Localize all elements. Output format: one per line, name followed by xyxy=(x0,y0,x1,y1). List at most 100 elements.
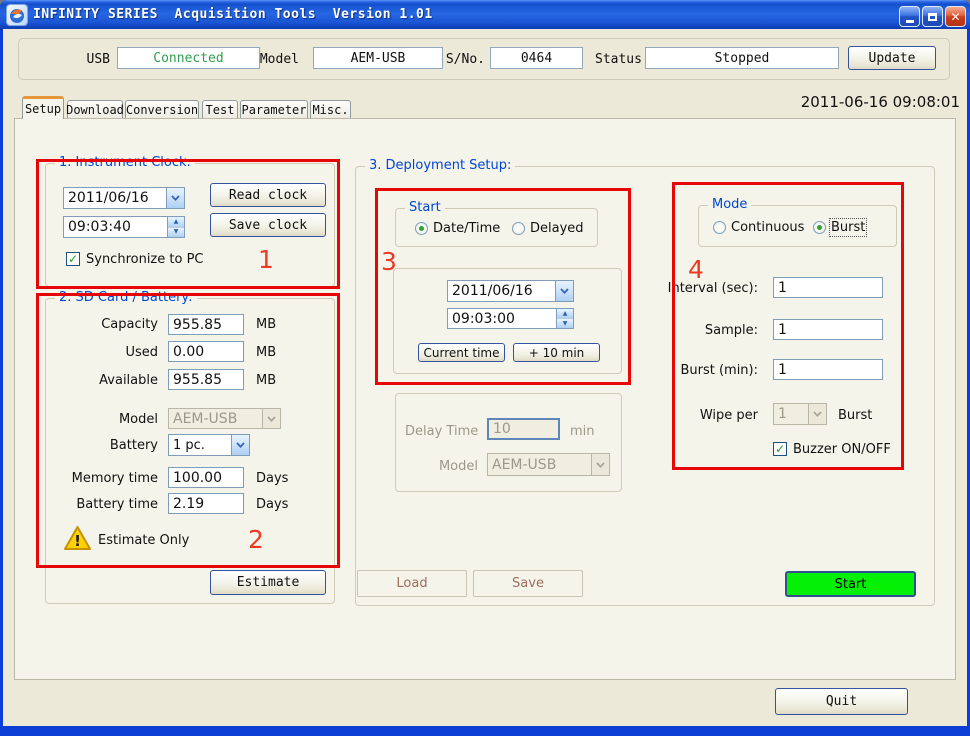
status-label: Status xyxy=(595,52,641,67)
deploy-time-spinner[interactable]: 09:03:00 ▲ ▼ xyxy=(447,308,574,329)
estimate-button[interactable]: Estimate xyxy=(210,570,326,595)
maximize-button[interactable] xyxy=(922,6,943,27)
close-button[interactable]: ✕ xyxy=(945,6,966,27)
start-button[interactable]: Start xyxy=(785,571,916,597)
deploy-time-value: 09:03:00 xyxy=(448,309,556,328)
interval-field[interactable]: 1 xyxy=(773,277,883,298)
tab-setup[interactable]: Setup xyxy=(22,96,64,119)
used-unit: MB xyxy=(256,345,276,360)
tab-misc[interactable]: Misc. xyxy=(310,100,351,119)
quit-button[interactable]: Quit xyxy=(775,688,908,715)
app-window: INFINITY SERIES Acquisition Tools Versio… xyxy=(0,0,970,736)
sd-model-label: Model xyxy=(48,412,158,427)
radio-burst-label: Burst xyxy=(831,220,865,235)
battery-value: 1 pc. xyxy=(169,435,231,455)
available-field[interactable]: 955.85 xyxy=(168,369,244,390)
annotation-number-1: 1 xyxy=(258,247,274,272)
battery-select[interactable]: 1 pc. xyxy=(168,434,250,456)
annotation-number-4: 4 xyxy=(688,257,704,282)
clock-time-spinner[interactable]: 09:03:40 ▲ ▼ xyxy=(63,216,185,238)
clock-date-dropdown-arrow-icon[interactable] xyxy=(166,188,184,208)
radio-date-time[interactable] xyxy=(415,222,428,235)
radio-date-time-label: Date/Time xyxy=(433,221,500,236)
battery-dropdown-arrow-icon[interactable] xyxy=(231,435,249,455)
deploy-date-select[interactable]: 2011/06/16 xyxy=(447,280,574,302)
serial-number-field: 0464 xyxy=(490,47,583,69)
radio-delayed-label: Delayed xyxy=(530,221,584,236)
battery-time-unit: Days xyxy=(256,497,288,512)
annotation-number-2: 2 xyxy=(248,527,264,552)
wipe-per-unit: Burst xyxy=(838,408,872,423)
serial-number-label: S/No. xyxy=(443,52,485,67)
sync-to-pc-checkbox[interactable]: ✓ xyxy=(66,252,80,266)
buzzer-checkbox[interactable]: ✓ xyxy=(773,442,787,456)
mode-group-title: Mode xyxy=(708,197,751,213)
plus-ten-min-button[interactable]: + 10 min xyxy=(513,343,600,362)
usb-status-field: Connected xyxy=(117,47,260,69)
sdcard-battery-title: 2. SD Card / Battery: xyxy=(55,290,197,306)
delay-model-value: AEM-USB xyxy=(488,454,591,475)
spinner-down-icon[interactable]: ▼ xyxy=(557,318,573,328)
tab-test[interactable]: Test xyxy=(202,100,238,119)
radio-burst[interactable] xyxy=(813,221,826,234)
clock-date-select[interactable]: 2011/06/16 xyxy=(63,187,185,209)
check-icon: ✓ xyxy=(68,253,78,265)
radio-continuous[interactable] xyxy=(713,221,726,234)
clock-date-value: 2011/06/16 xyxy=(64,188,166,208)
memory-time-field[interactable]: 100.00 xyxy=(168,467,244,488)
delay-group xyxy=(395,393,622,492)
wipe-per-dropdown-arrow-icon xyxy=(808,404,826,424)
battery-time-field[interactable]: 2.19 xyxy=(168,493,244,514)
warning-icon: ! xyxy=(63,525,92,555)
model-label: Model xyxy=(255,52,299,67)
close-icon: ✕ xyxy=(950,11,960,23)
update-button[interactable]: Update xyxy=(848,46,936,70)
status-field: Stopped xyxy=(645,47,839,69)
estimate-only-note: Estimate Only xyxy=(98,533,189,548)
spinner-down-icon[interactable]: ▼ xyxy=(168,227,184,238)
sd-model-select: AEM-USB xyxy=(168,408,281,429)
save-clock-button[interactable]: Save clock xyxy=(210,213,326,237)
deployment-setup-title: 3. Deployment Setup: xyxy=(365,158,515,174)
memory-time-unit: Days xyxy=(256,471,288,486)
minimize-icon xyxy=(906,20,914,23)
tab-conversion[interactable]: Conversion xyxy=(125,100,199,119)
capacity-field[interactable]: 955.85 xyxy=(168,314,244,335)
save-button[interactable]: Save xyxy=(473,570,583,597)
delay-model-select: AEM-USB xyxy=(487,453,610,476)
sd-model-dropdown-arrow-icon xyxy=(262,409,280,428)
used-field[interactable]: 0.00 xyxy=(168,341,244,362)
memory-time-label: Memory time xyxy=(48,471,158,486)
delay-model-label: Model xyxy=(433,459,478,474)
spinner-up-icon[interactable]: ▲ xyxy=(557,309,573,318)
maximize-icon xyxy=(928,13,937,21)
tab-parameter[interactable]: Parameter xyxy=(240,100,308,119)
used-label: Used xyxy=(48,345,158,360)
wipe-per-select: 1 xyxy=(773,403,827,425)
available-unit: MB xyxy=(256,373,276,388)
radio-dot-icon xyxy=(419,226,424,231)
load-button[interactable]: Load xyxy=(357,570,467,597)
capacity-unit: MB xyxy=(256,317,276,332)
sample-field[interactable]: 1 xyxy=(773,319,883,340)
tab-download[interactable]: Download xyxy=(67,100,123,119)
read-clock-button[interactable]: Read clock xyxy=(210,183,326,207)
window-title: INFINITY SERIES Acquisition Tools Versio… xyxy=(33,7,433,22)
wipe-per-value: 1 xyxy=(774,404,808,424)
buzzer-label: Buzzer ON/OFF xyxy=(793,442,891,457)
instrument-clock-title: 1. Instrument Clock: xyxy=(55,155,195,171)
burst-min-field[interactable]: 1 xyxy=(773,359,883,380)
radio-delayed[interactable] xyxy=(512,222,525,235)
radio-continuous-label: Continuous xyxy=(731,220,804,235)
radio-dot-icon xyxy=(817,225,822,230)
model-field: AEM-USB xyxy=(313,47,443,69)
spinner-up-icon[interactable]: ▲ xyxy=(168,217,184,227)
deploy-date-dropdown-arrow-icon[interactable] xyxy=(555,281,573,301)
sample-label: Sample: xyxy=(648,323,758,338)
svg-text:!: ! xyxy=(74,532,81,550)
current-time-button[interactable]: Current time xyxy=(418,343,505,362)
minimize-button[interactable] xyxy=(899,6,920,27)
delay-time-field: 10 xyxy=(487,418,560,440)
annotation-number-3: 3 xyxy=(381,249,397,274)
check-icon: ✓ xyxy=(775,443,785,455)
